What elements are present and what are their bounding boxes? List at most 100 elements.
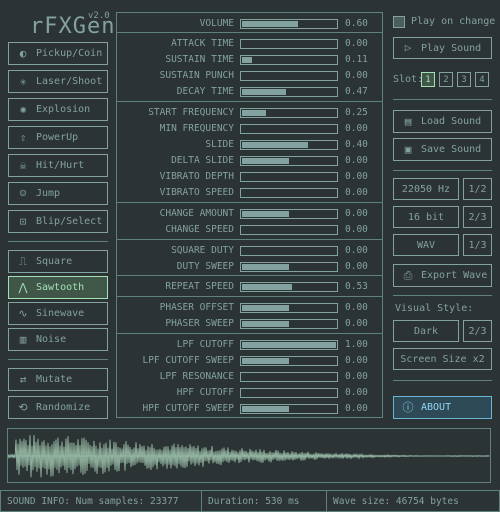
param-slider-fill: [242, 342, 336, 348]
sample-rate-toggle[interactable]: 1/2: [463, 178, 492, 200]
format-toggle[interactable]: 1/3: [463, 234, 492, 256]
group-divider: [117, 275, 382, 276]
param-value: 0.00: [345, 355, 368, 366]
powerup-button[interactable]: ⇧ PowerUp: [8, 126, 108, 149]
play-on-change-label: Play on change: [411, 16, 496, 27]
param-value: 0.25: [345, 107, 368, 118]
mutate-label: Mutate: [36, 374, 73, 385]
play-on-change-checkbox[interactable]: [393, 16, 405, 28]
param-row-vibrato-speed: VIBRATO SPEED 0.00: [117, 185, 382, 201]
param-slider[interactable]: [240, 262, 338, 272]
laser-shoot-label: Laser/Shoot: [36, 76, 103, 87]
param-value: 0.00: [345, 245, 368, 256]
group-divider: [117, 101, 382, 102]
slot-1-button[interactable]: 1: [421, 72, 435, 87]
bit-depth-toggle[interactable]: 2/3: [463, 206, 492, 228]
pickup-coin-button[interactable]: ◐ Pickup/Coin: [8, 42, 108, 65]
param-slider[interactable]: [240, 388, 338, 398]
sawtooth-wave-button[interactable]: ⋀ Sawtooth: [8, 276, 108, 299]
param-slider[interactable]: [240, 225, 338, 235]
slot-4-button[interactable]: 4: [475, 72, 489, 87]
param-label: DELTA SLIDE: [171, 155, 234, 166]
param-row-repeat-speed: REPEAT SPEED 0.53: [117, 279, 382, 295]
group-divider: [117, 296, 382, 297]
param-slider[interactable]: [240, 303, 338, 313]
load-sound-label: Load Sound: [421, 116, 482, 127]
param-value: 0.00: [345, 387, 368, 398]
param-slider[interactable]: [240, 246, 338, 256]
param-row-lpf-resonance: LPF RESONANCE 0.00: [117, 369, 382, 385]
param-slider[interactable]: [240, 55, 338, 65]
app-version: v2.0: [88, 11, 110, 21]
param-value: 1.00: [345, 339, 368, 350]
play-sound-button[interactable]: ▷ Play Sound: [393, 37, 492, 59]
style-button[interactable]: Dark: [393, 320, 459, 342]
randomize-button[interactable]: ⟲ Randomize: [8, 396, 108, 419]
screen-size-button[interactable]: Screen Size x2: [393, 348, 492, 370]
group-divider: [117, 202, 382, 203]
param-slider[interactable]: [240, 340, 338, 350]
param-row-vibrato-depth: VIBRATO DEPTH 0.00: [117, 169, 382, 185]
param-slider[interactable]: [240, 156, 338, 166]
save-sound-button[interactable]: ▣ Save Sound: [393, 138, 492, 161]
sample-rate-button[interactable]: 22050 Hz: [393, 178, 459, 200]
blip-select-button[interactable]: ⊡ Blip/Select: [8, 210, 108, 233]
param-label: DUTY SWEEP: [176, 261, 234, 272]
divider: [393, 295, 492, 296]
laser-shoot-button[interactable]: ✳ Laser/Shoot: [8, 70, 108, 93]
param-label: ATTACK TIME: [171, 38, 234, 49]
randomize-label: Randomize: [36, 402, 91, 413]
slot-3-button[interactable]: 3: [457, 72, 471, 87]
status-sound-info: SOUND INFO: Num samples: 23377: [0, 490, 202, 512]
param-slider[interactable]: [240, 19, 338, 29]
slot-2-button[interactable]: 2: [439, 72, 453, 87]
export-wave-button[interactable]: ⎙ Export Wave: [393, 264, 492, 287]
export-wave-label: Export Wave: [421, 270, 488, 281]
param-slider[interactable]: [240, 188, 338, 198]
param-slider[interactable]: [240, 372, 338, 382]
mutate-button[interactable]: ⇄ Mutate: [8, 368, 108, 391]
param-label: CHANGE SPEED: [165, 224, 234, 235]
noise-button[interactable]: ▥ Noise: [8, 328, 108, 351]
param-slider[interactable]: [240, 282, 338, 292]
square-wave-button[interactable]: ⎍ Square: [8, 250, 108, 273]
bit-depth-button[interactable]: 16 bit: [393, 206, 459, 228]
about-button[interactable]: ⓘ ABOUT: [393, 396, 492, 419]
param-slider[interactable]: [240, 404, 338, 414]
param-value: 0.53: [345, 281, 368, 292]
divider: [8, 241, 108, 242]
param-slider[interactable]: [240, 71, 338, 81]
load-sound-button[interactable]: ▤ Load Sound: [393, 110, 492, 133]
param-slider[interactable]: [240, 356, 338, 366]
param-slider[interactable]: [240, 172, 338, 182]
param-label: PHASER OFFSET: [159, 302, 234, 313]
skull-icon: ☠: [19, 158, 27, 172]
param-slider-fill: [242, 211, 289, 217]
app-window: rFXGen v2.0 ◐ Pickup/Coin ✳ Laser/Shoot ✺ E…: [0, 0, 500, 512]
group-divider: [117, 239, 382, 240]
param-slider[interactable]: [240, 124, 338, 134]
sinewave-button[interactable]: ∿ Sinewave: [8, 302, 108, 325]
explosion-button[interactable]: ✺ Explosion: [8, 98, 108, 121]
param-label: SQUARE DUTY: [171, 245, 234, 256]
group-divider: [117, 32, 382, 33]
style-toggle[interactable]: 2/3: [463, 320, 492, 342]
sawtooth-wave-icon: ⋀: [18, 280, 28, 294]
param-slider[interactable]: [240, 87, 338, 97]
export-icon: ⎙: [403, 268, 413, 282]
param-value: 0.00: [345, 261, 368, 272]
param-slider[interactable]: [240, 209, 338, 219]
param-slider-fill: [242, 21, 298, 27]
param-label: LPF RESONANCE: [159, 371, 234, 382]
format-button[interactable]: WAV: [393, 234, 459, 256]
param-row-sustain-time: SUSTAIN TIME 0.11: [117, 52, 382, 68]
hit-hurt-button[interactable]: ☠ Hit/Hurt: [8, 154, 108, 177]
param-value: 0.00: [345, 318, 368, 329]
param-slider[interactable]: [240, 140, 338, 150]
param-slider[interactable]: [240, 108, 338, 118]
jump-button[interactable]: ☺ Jump: [8, 182, 108, 205]
param-row-min-frequency: MIN FREQUENCY 0.00: [117, 121, 382, 137]
param-slider[interactable]: [240, 319, 338, 329]
waveform-graph: [7, 434, 490, 478]
param-slider[interactable]: [240, 39, 338, 49]
